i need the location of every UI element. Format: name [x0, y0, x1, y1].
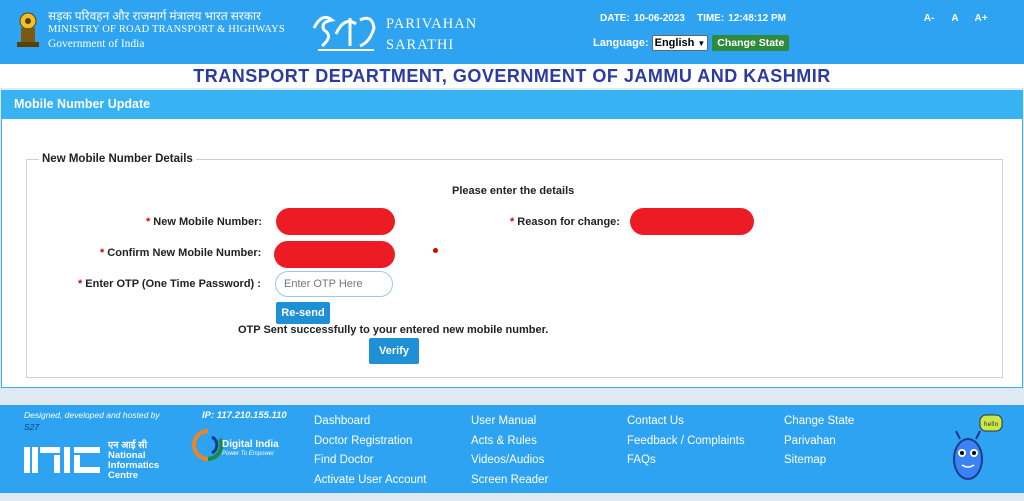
footer-link-faqs[interactable]: FAQs [627, 451, 745, 471]
ministry-english: MINISTRY OF ROAD TRANSPORT & HIGHWAYS [48, 24, 285, 35]
sarathi-logo-icon [312, 15, 376, 51]
verify-button[interactable]: Verify [369, 338, 419, 364]
ministry-block: सड़क परिवहन और राजमार्ग मंत्रालय भारत सर… [48, 9, 285, 51]
fieldset-legend: New Mobile Number Details [42, 153, 193, 165]
digital-india-text: Digital India [222, 439, 279, 450]
digital-india-tagline: Power To Empower [222, 451, 275, 457]
footer-links-col-4: Change State Parivahan Sitemap [784, 412, 854, 471]
footer-link-doctor-registration[interactable]: Doctor Registration [314, 432, 427, 452]
new-mobile-label: * New Mobile Number: [146, 216, 263, 228]
date-value: 10-06-2023 [633, 13, 685, 24]
footer-link-screen-reader[interactable]: Screen Reader [471, 471, 548, 491]
instruction-text: Please enter the details [452, 185, 575, 197]
footer-link-parivahan[interactable]: Parivahan [784, 432, 854, 452]
mascot-bubble-text: hello [984, 421, 999, 428]
digital-india-logo-icon [192, 429, 224, 461]
footer-link-feedback-complaints[interactable]: Feedback / Complaints [627, 432, 745, 452]
language-value: English [654, 37, 695, 49]
otp-label: * Enter OTP (One Time Password) : [78, 278, 261, 290]
server-code: S27 [24, 422, 40, 432]
designed-by-text: Designed, developed and hosted by [24, 410, 160, 420]
font-increase-button[interactable]: A+ [968, 13, 994, 24]
reason-label: * Reason for change: [510, 216, 620, 228]
language-label: Language: [593, 37, 649, 49]
time-value: 12:48:12 PM [728, 13, 786, 24]
confirm-mobile-input[interactable] [274, 241, 395, 268]
time-label: TIME: [696, 13, 725, 24]
footer-links-col-1: Dashboard Doctor Registration Find Docto… [314, 412, 427, 490]
nic-text: एन आई सी National Informatics Centre [108, 440, 160, 481]
language-row: Language: English ▼ Change State [593, 35, 790, 51]
date-time: DATE: 10-06-2023 TIME: 12:48:12 PM [600, 13, 790, 24]
footer-link-find-doctor[interactable]: Find Doctor [314, 451, 427, 471]
department-title: TRANSPORT DEPARTMENT, GOVERNMENT OF JAMM… [193, 66, 831, 86]
footer-link-sitemap[interactable]: Sitemap [784, 451, 854, 471]
nic-logo-icon [24, 447, 100, 473]
department-banner: TRANSPORT DEPARTMENT, GOVERNMENT OF JAMM… [0, 64, 1024, 88]
footer-link-change-state[interactable]: Change State [784, 412, 854, 432]
footer-link-acts-rules[interactable]: Acts & Rules [471, 432, 548, 452]
footer-links-col-2: User Manual Acts & Rules Videos/Audios S… [471, 412, 548, 490]
bottom-strip [0, 493, 1024, 501]
ministry-hindi: सड़क परिवहन और राजमार्ग मंत्रालय भारत सर… [48, 9, 261, 23]
confirm-mobile-label: * Confirm New Mobile Number: [100, 247, 262, 259]
chatbot-mascot-icon[interactable]: hello [950, 413, 1006, 483]
new-mobile-input[interactable] [276, 208, 395, 235]
mobile-update-panel: Mobile Number Update New Mobile Number D… [1, 90, 1023, 388]
footer-link-videos-audios[interactable]: Videos/Audios [471, 451, 548, 471]
otp-success-message: OTP Sent successfully to your entered ne… [238, 324, 549, 336]
resend-button[interactable]: Re-send [276, 302, 330, 324]
brand-sarathi: SARATHI [386, 37, 455, 53]
reason-select[interactable] [630, 208, 754, 235]
footer-links-col-3: Contact Us Feedback / Complaints FAQs [627, 412, 745, 471]
change-state-button[interactable]: Change State [712, 35, 790, 51]
footer-link-dashboard[interactable]: Dashboard [314, 412, 427, 432]
footer-link-activate-user-account[interactable]: Activate User Account [314, 471, 427, 491]
panel-title: Mobile Number Update [2, 91, 1022, 119]
ip-address: IP: 117.210.155.110 [202, 410, 287, 421]
brand-text: PARIVAHAN SARATHI [386, 14, 477, 56]
chevron-down-icon: ▼ [697, 38, 706, 48]
national-emblem-icon [17, 12, 39, 47]
footer-link-user-manual[interactable]: User Manual [471, 412, 548, 432]
footer-link-contact-us[interactable]: Contact Us [627, 412, 745, 432]
otp-input[interactable] [275, 271, 393, 297]
language-select[interactable]: English ▼ [651, 35, 709, 51]
site-header: सड़क परिवहन और राजमार्ग मंत्रालय भारत सर… [0, 0, 1024, 64]
date-label: DATE: [600, 13, 630, 24]
required-dot [433, 248, 438, 253]
site-footer: Designed, developed and hosted by S27 IP… [0, 405, 1024, 501]
government-of-india: Government of India [48, 38, 145, 50]
brand-parivahan: PARIVAHAN [386, 16, 478, 32]
font-decrease-button[interactable]: A- [916, 13, 942, 24]
font-size-controls: A- A A+ [916, 13, 994, 24]
font-normal-button[interactable]: A [942, 13, 968, 24]
